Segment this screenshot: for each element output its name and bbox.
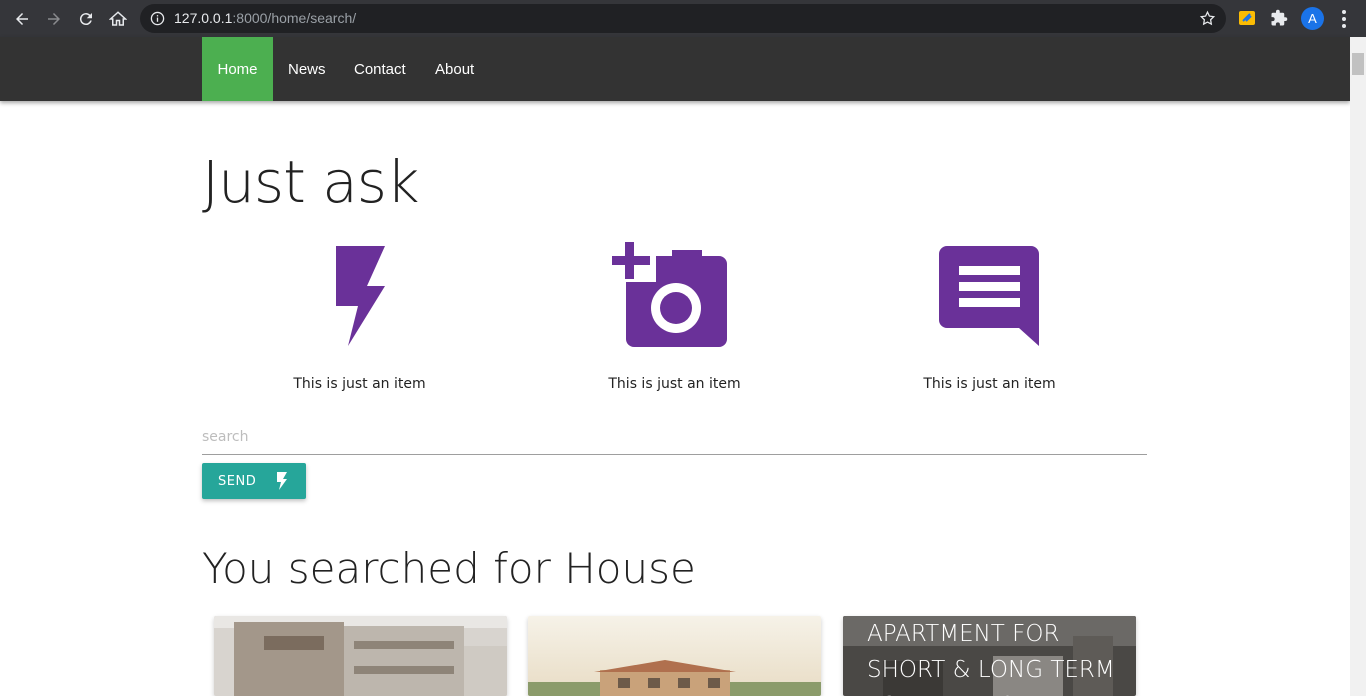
message-icon: [938, 246, 1039, 346]
search-input[interactable]: [202, 420, 1147, 454]
bookmark-star-icon[interactable]: [1199, 10, 1216, 27]
reload-icon[interactable]: [75, 8, 97, 30]
site-navbar: Home News Contact About: [0, 37, 1350, 101]
page-title: Just ask: [202, 148, 420, 216]
url-path: :8000/home/search/: [232, 10, 357, 26]
flash-icon: [335, 246, 385, 346]
puzzle-icon[interactable]: [1270, 9, 1288, 27]
page-scrollbar[interactable]: [1350, 37, 1366, 696]
profile-avatar[interactable]: A: [1301, 7, 1324, 30]
search-field: [202, 420, 1147, 455]
results-heading: You searched for House: [202, 544, 696, 593]
house-photo-2: [528, 616, 821, 696]
result-card[interactable]: [528, 616, 821, 696]
nav-home[interactable]: Home: [202, 37, 273, 101]
send-button[interactable]: SEND: [202, 463, 306, 499]
info-icon[interactable]: [150, 11, 165, 26]
feature-flash: [202, 240, 517, 348]
feature-message: [832, 240, 1147, 348]
url-text: 127.0.0.1:8000/home/search/: [174, 10, 356, 26]
house-photo-1: [214, 616, 507, 696]
card-title: APARTMENT FOR SHORT & LONG TERM FOR EXPA…: [867, 621, 1115, 696]
url-host: 127.0.0.1: [174, 10, 233, 26]
extension-icon[interactable]: [1238, 9, 1256, 27]
forward-icon[interactable]: [43, 8, 65, 30]
feature-photo: [517, 240, 832, 348]
address-bar[interactable]: 127.0.0.1:8000/home/search/: [140, 4, 1226, 33]
result-card[interactable]: [214, 616, 507, 696]
add-a-photo-icon: [612, 240, 727, 347]
nav-news[interactable]: News: [273, 37, 341, 101]
browser-toolbar: 127.0.0.1:8000/home/search/ A: [0, 0, 1366, 37]
nav-about[interactable]: About: [420, 37, 489, 101]
feature-text: This is just an item: [923, 376, 1056, 392]
result-card[interactable]: APARTMENT FOR SHORT & LONG TERM FOR EXPA…: [843, 616, 1136, 696]
feature-text: This is just an item: [608, 376, 741, 392]
feature-text: This is just an item: [293, 376, 426, 392]
nav-contact[interactable]: Contact: [339, 37, 421, 101]
send-button-label: SEND: [218, 473, 257, 489]
menu-kebab-icon[interactable]: [1340, 9, 1348, 29]
back-icon[interactable]: [11, 8, 33, 30]
scrollbar-thumb[interactable]: [1352, 53, 1364, 75]
home-icon[interactable]: [107, 8, 129, 30]
flash-icon: [277, 472, 287, 490]
